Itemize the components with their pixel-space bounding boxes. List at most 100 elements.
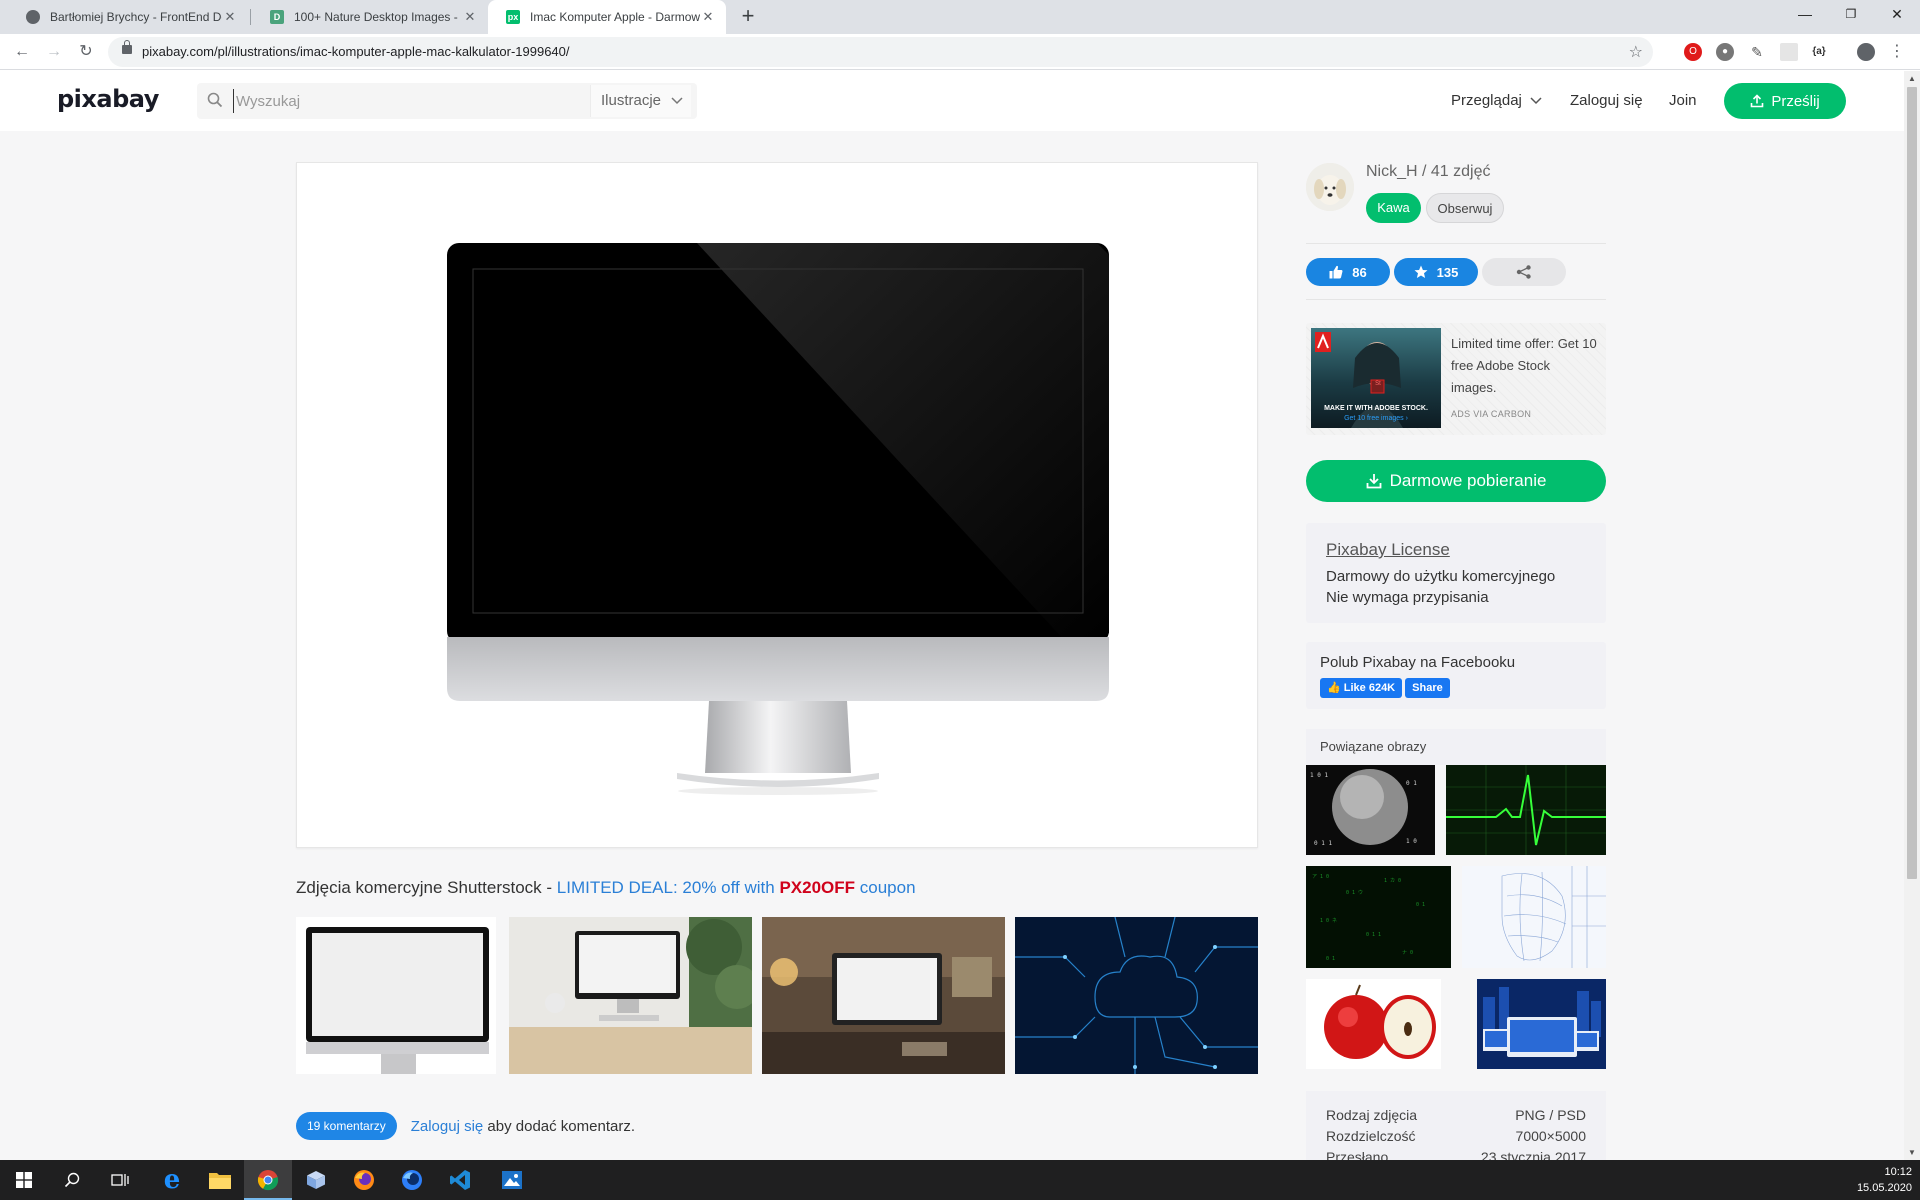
browser-tab-2[interactable]: D 100+ Nature Desktop Images - P ✕ [252,0,488,34]
facebook-share-button[interactable]: Share [1405,678,1450,698]
promo-code[interactable]: PX20OFF [779,878,855,897]
task-view-button[interactable] [96,1160,144,1200]
extension-icon[interactable]: ● [1716,43,1734,61]
license-line-commercial: Darmowy do użytku komercyjnego [1326,568,1556,585]
taskbar-vscode[interactable] [436,1160,484,1200]
dog-avatar-image [1306,163,1354,211]
upload-button[interactable]: Prześlij [1724,83,1846,119]
extension-icon[interactable] [1780,43,1798,61]
carbon-ad[interactable]: MAKE IT WITH ADOBE STOCK. Get 10 free im… [1306,323,1606,435]
comment-login-link[interactable]: Zaloguj się [411,1118,484,1135]
upload-label: Prześlij [1771,92,1820,110]
author-name-link[interactable]: Nick_H / 41 zdjęć [1366,163,1491,181]
comments-bar: 19 komentarzy Zaloguj się aby dodać kome… [296,1112,635,1140]
forward-arrow-icon[interactable]: → [42,40,66,64]
minimize-window-button[interactable]: — [1782,0,1828,30]
taskbar-search-button[interactable] [48,1160,96,1200]
related-image-matrix[interactable]: ア 1 0 0 1 ウ 1 カ 0 0 1 1 0 ネ 0 1 1 ナ 0 0 1 [1306,866,1451,968]
related-image-heartbeat[interactable] [1446,765,1606,855]
restore-window-button[interactable]: ❐ [1828,0,1874,30]
ads-via-carbon-label[interactable]: ADS VIA CARBON [1451,409,1531,419]
join-link[interactable]: Join [1669,92,1697,109]
related-image-globe[interactable]: 1 0 1 0 1 0 1 1 1 0 [1306,765,1435,855]
detail-value: 7000×5000 [1515,1128,1586,1144]
taskbar-chrome[interactable] [244,1160,292,1200]
free-download-button[interactable]: Darmowe pobieranie [1306,460,1606,502]
pixabay-logo[interactable]: pixabay [57,85,159,113]
browser-tab-3-active[interactable]: px Imac Komputer Apple - Darmowy ✕ [488,0,726,34]
login-link[interactable]: Zaloguj się [1570,92,1643,109]
taskbar-firefox[interactable] [340,1160,388,1200]
promo-suffix[interactable]: coupon [855,878,916,897]
opera-extension-icon[interactable]: O [1684,43,1702,61]
address-bar[interactable]: pixabay.com/pl/illustrations/imac-komput… [108,37,1653,67]
vscode-icon [450,1170,470,1190]
follow-button[interactable]: Obserwuj [1426,193,1504,223]
imac-illustration[interactable] [447,243,1109,803]
page-scrollbar[interactable]: ▲ ▼ [1904,71,1920,1160]
sponsored-thumbnail[interactable] [762,917,1005,1074]
main-image-card [296,162,1258,848]
license-title-link[interactable]: Pixabay License [1326,539,1586,560]
new-tab-button[interactable]: + [736,5,760,29]
close-window-button[interactable]: ✕ [1874,0,1920,30]
json-extension-icon[interactable]: {a} [1810,43,1828,61]
svg-text:1 0 ネ: 1 0 ネ [1320,918,1337,924]
related-image-wireframe-face[interactable] [1462,866,1606,968]
related-image-apple[interactable] [1306,979,1441,1069]
scroll-down-arrow-icon[interactable]: ▼ [1908,1148,1916,1157]
favorite-button[interactable]: 135 [1394,258,1478,286]
browse-menu[interactable]: Przeglądaj [1451,92,1542,109]
eyedropper-icon[interactable]: ✎ [1748,43,1766,61]
share-icon [1516,265,1531,279]
ad-brand-letter: St [1375,381,1381,387]
menu-kebab-icon[interactable]: ⋮ [1888,43,1906,61]
back-arrow-icon[interactable]: ← [10,40,34,64]
browser-tab-1[interactable]: Bartłomiej Brychcy - FrontEnd De ✕ [8,0,248,34]
taskbar-file-explorer[interactable] [196,1160,244,1200]
favorites-count: 135 [1436,264,1459,280]
svg-text:ナ 0: ナ 0 [1402,950,1413,956]
thumbs-up-icon [1329,265,1343,279]
facebook-text: Polub Pixabay na Facebooku [1320,654,1516,671]
windows-start-button[interactable] [0,1160,48,1200]
scroll-up-arrow-icon[interactable]: ▲ [1908,74,1916,83]
like-button[interactable]: 86 [1306,258,1390,286]
scrollbar-thumb[interactable] [1907,87,1917,879]
facebook-like-button[interactable]: 👍 Like 624K [1320,678,1403,698]
wireframe-face-image [1462,866,1606,968]
close-tab-icon[interactable]: ✕ [222,9,238,25]
author-avatar[interactable] [1306,163,1354,211]
close-tab-icon[interactable]: ✕ [462,9,478,25]
share-button[interactable] [1482,258,1566,286]
sponsored-thumbnail[interactable] [1015,917,1258,1074]
tab-title: 100+ Nature Desktop Images - P [294,10,462,24]
detail-value: 23 stycznia 2017 [1480,1149,1586,1160]
taskbar-edge[interactable]: e [148,1160,196,1200]
taskbar-app-cube[interactable] [292,1160,340,1200]
globe-icon [26,10,40,24]
sponsored-thumbnail[interactable] [509,917,752,1074]
desk-thumbnail-image [509,917,752,1074]
svg-text:0 1: 0 1 [1416,902,1425,908]
tab-title: Imac Komputer Apple - Darmowy [530,10,700,24]
windows-logo-icon [16,1172,32,1188]
promo-deal-link[interactable]: LIMITED DEAL: 20% off with [557,878,780,897]
star-icon [1414,265,1428,278]
svg-text:0 1: 0 1 [1406,780,1417,787]
taskbar-photos[interactable] [488,1160,536,1200]
close-tab-icon[interactable]: ✕ [700,9,716,25]
profile-avatar-icon[interactable] [1857,43,1875,61]
comments-count-badge[interactable]: 19 komentarzy [296,1112,397,1140]
search-input[interactable] [233,89,573,113]
sponsored-thumbnail[interactable] [296,917,496,1074]
related-image-devices[interactable] [1477,979,1606,1069]
search-type-dropdown[interactable]: Ilustracje [590,85,691,117]
reload-icon[interactable]: ↻ [74,40,98,64]
search-icon [207,92,223,108]
clock-date: 15.05.2020 [1856,1182,1912,1194]
system-clock[interactable]: 10:12 15.05.2020 [1857,1164,1912,1196]
taskbar-firefox-dev[interactable] [388,1160,436,1200]
coffee-button[interactable]: Kawa [1366,193,1421,223]
bookmark-star-icon[interactable]: ☆ [1629,42,1643,62]
